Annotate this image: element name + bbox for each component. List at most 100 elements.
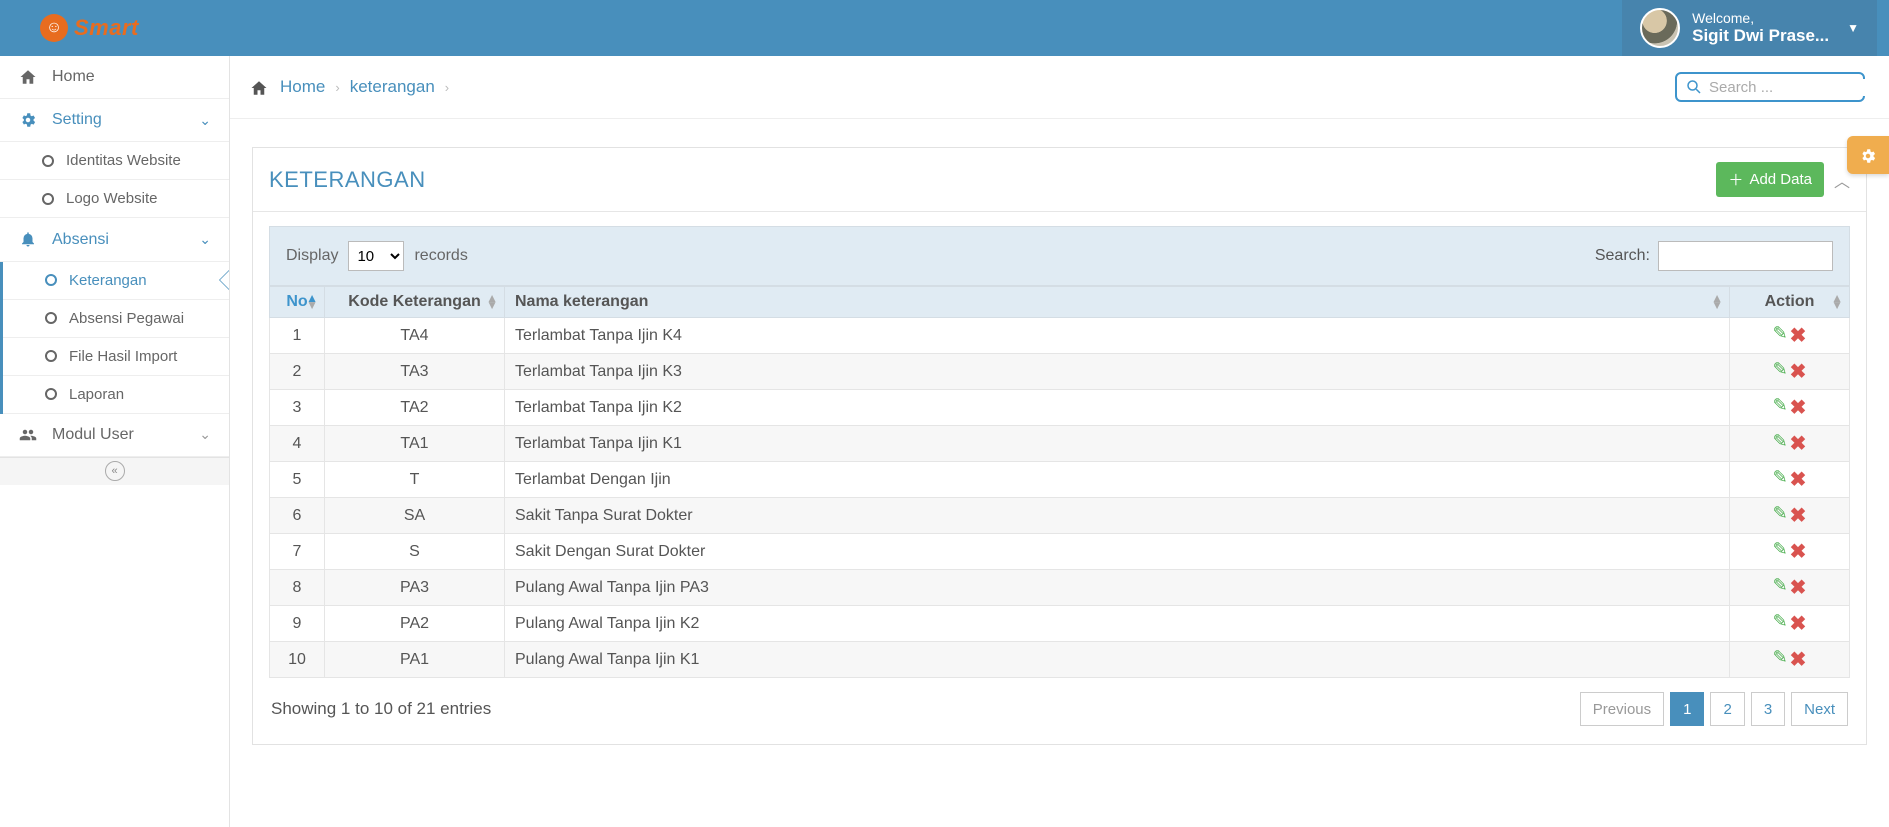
edit-icon[interactable]: ✎ [1773, 539, 1788, 564]
sidebar-item-label: Home [52, 68, 95, 86]
delete-icon[interactable]: ✖ [1790, 575, 1807, 600]
datatable-length: Display 10 records [286, 241, 468, 271]
edit-icon[interactable]: ✎ [1773, 611, 1788, 636]
user-menu[interactable]: Welcome, Sigit Dwi Prase... ▼ [1622, 0, 1877, 56]
sidebar-item-logo-website[interactable]: Logo Website [0, 180, 229, 218]
table-row: 6SASakit Tanpa Surat Dokter✎✖ [270, 498, 1850, 534]
edit-icon[interactable]: ✎ [1773, 431, 1788, 456]
cell-kode: TA3 [325, 354, 505, 390]
cell-kode: PA3 [325, 570, 505, 606]
cell-nama: Terlambat Tanpa Ijin K1 [505, 426, 1730, 462]
cell-no: 1 [270, 318, 325, 354]
cell-no: 6 [270, 498, 325, 534]
datatable: No ▲▼ Kode Keterangan ▲▼ Nama keterangan… [269, 286, 1850, 678]
sidebar-item-setting[interactable]: Setting ⌄ [0, 99, 229, 142]
cell-nama: Terlambat Tanpa Ijin K3 [505, 354, 1730, 390]
cell-no: 8 [270, 570, 325, 606]
edit-icon[interactable]: ✎ [1773, 467, 1788, 492]
sidebar-item-laporan[interactable]: Laporan [3, 376, 229, 414]
table-row: 1TA4Terlambat Tanpa Ijin K4✎✖ [270, 318, 1850, 354]
delete-icon[interactable]: ✖ [1790, 395, 1807, 420]
edit-icon[interactable]: ✎ [1773, 359, 1788, 384]
delete-icon[interactable]: ✖ [1790, 647, 1807, 672]
edit-icon[interactable]: ✎ [1773, 647, 1788, 672]
add-data-button[interactable]: ＋ Add Data [1716, 162, 1824, 197]
sort-icon: ▲▼ [306, 295, 318, 309]
cell-no: 10 [270, 642, 325, 678]
caret-down-icon: ▼ [1847, 21, 1859, 35]
sidebar-item-label: Logo Website [66, 190, 157, 207]
pager-page-2[interactable]: 2 [1710, 692, 1744, 726]
cell-action: ✎✖ [1730, 606, 1850, 642]
sidebar-sub-absensi: Keterangan Absensi Pegawai File Hasil Im… [0, 262, 229, 414]
table-row: 7SSakit Dengan Surat Dokter✎✖ [270, 534, 1850, 570]
delete-icon[interactable]: ✖ [1790, 611, 1807, 636]
cell-nama: Pulang Awal Tanpa Ijin K2 [505, 606, 1730, 642]
col-nama[interactable]: Nama keterangan ▲▼ [505, 287, 1730, 318]
brand-icon: ☺ [40, 14, 68, 42]
breadcrumb-home[interactable]: Home [280, 77, 325, 97]
sidebar-item-absensi[interactable]: Absensi ⌄ [0, 218, 229, 261]
users-icon [18, 426, 38, 444]
sort-icon: ▲▼ [1711, 295, 1723, 309]
pager-page-1[interactable]: 1 [1670, 692, 1704, 726]
cell-kode: PA2 [325, 606, 505, 642]
global-search[interactable] [1675, 72, 1865, 102]
edit-icon[interactable]: ✎ [1773, 575, 1788, 600]
cell-action: ✎✖ [1730, 318, 1850, 354]
sidebar-item-keterangan[interactable]: Keterangan [3, 262, 229, 300]
cell-kode: SA [325, 498, 505, 534]
panel-body: Display 10 records Search: [253, 212, 1866, 744]
sidebar-collapse-button[interactable]: « [0, 457, 229, 485]
edit-icon[interactable]: ✎ [1773, 503, 1788, 528]
breadcrumb: Home › keterangan › [250, 77, 449, 97]
user-name: Sigit Dwi Prase... [1692, 26, 1829, 46]
sidebar-item-modul-user[interactable]: Modul User ⌄ [0, 414, 229, 457]
col-action[interactable]: Action ▲▼ [1730, 287, 1850, 318]
home-icon [18, 68, 38, 86]
chevron-left-icon: « [105, 461, 125, 481]
sidebar-item-identitas-website[interactable]: Identitas Website [0, 142, 229, 180]
edit-icon[interactable]: ✎ [1773, 395, 1788, 420]
delete-icon[interactable]: ✖ [1790, 503, 1807, 528]
datatable-search-input[interactable] [1658, 241, 1833, 271]
delete-icon[interactable]: ✖ [1790, 539, 1807, 564]
delete-icon[interactable]: ✖ [1790, 323, 1807, 348]
breadcrumb-page[interactable]: keterangan [350, 77, 435, 97]
cell-kode: S [325, 534, 505, 570]
chevron-right-icon: › [445, 80, 449, 95]
pager-page-3[interactable]: 3 [1751, 692, 1785, 726]
col-kode[interactable]: Kode Keterangan ▲▼ [325, 287, 505, 318]
search-input[interactable] [1709, 79, 1889, 96]
panel-keterangan: KETERANGAN ＋ Add Data ︿ Display [252, 147, 1867, 745]
cell-no: 3 [270, 390, 325, 426]
main: Home › keterangan › KETERANGAN [230, 56, 1889, 827]
col-label: No [286, 293, 307, 310]
cell-kode: TA1 [325, 426, 505, 462]
edit-icon[interactable]: ✎ [1773, 323, 1788, 348]
sidebar-item-absensi-pegawai[interactable]: Absensi Pegawai [3, 300, 229, 338]
cell-nama: Pulang Awal Tanpa Ijin K1 [505, 642, 1730, 678]
datatable-footer: Showing 1 to 10 of 21 entries Previous12… [269, 678, 1850, 726]
sidebar-sub-setting: Identitas Website Logo Website [0, 142, 229, 218]
delete-icon[interactable]: ✖ [1790, 467, 1807, 492]
datatable-controls: Display 10 records Search: [269, 226, 1850, 286]
brand: ☺ Smart [0, 14, 139, 42]
col-no[interactable]: No ▲▼ [270, 287, 325, 318]
cell-no: 2 [270, 354, 325, 390]
sort-icon: ▲▼ [1831, 295, 1843, 309]
bullet-icon [45, 312, 57, 324]
theme-settings-button[interactable] [1847, 136, 1889, 174]
chevron-down-icon: ⌄ [199, 112, 211, 129]
delete-icon[interactable]: ✖ [1790, 431, 1807, 456]
bullet-icon [45, 350, 57, 362]
cell-kode: TA2 [325, 390, 505, 426]
cell-no: 5 [270, 462, 325, 498]
pager-next[interactable]: Next [1791, 692, 1848, 726]
sidebar-item-home[interactable]: Home [0, 56, 229, 99]
sidebar-item-file-hasil-import[interactable]: File Hasil Import [3, 338, 229, 376]
display-length-select[interactable]: 10 [348, 241, 404, 271]
delete-icon[interactable]: ✖ [1790, 359, 1807, 384]
home-icon [250, 77, 268, 97]
bullet-icon [45, 388, 57, 400]
